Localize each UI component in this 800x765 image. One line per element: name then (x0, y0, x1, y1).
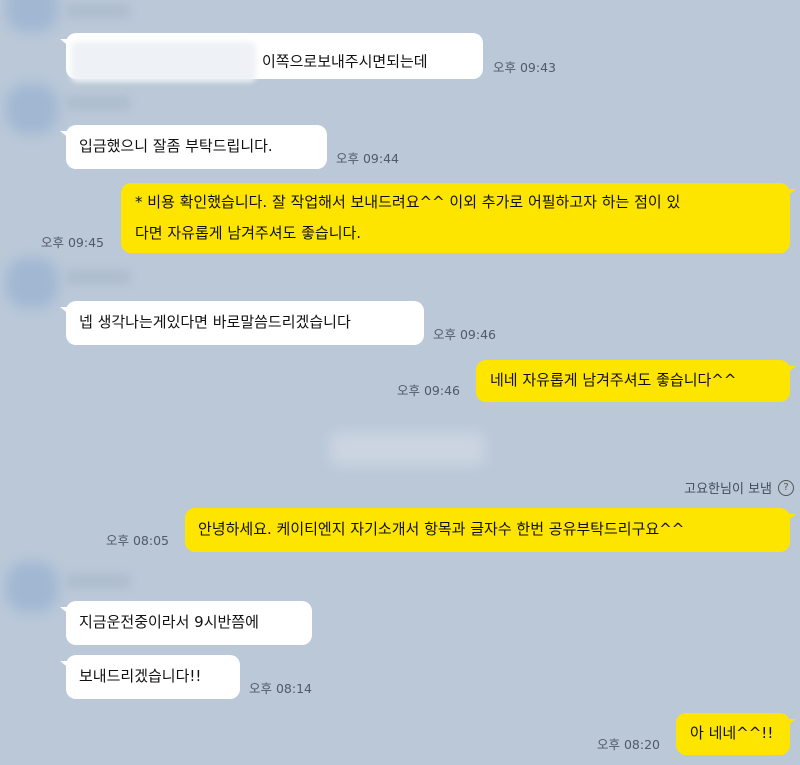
date-divider (330, 432, 485, 466)
avatar[interactable] (6, 0, 58, 32)
message-time: 오후 08:14 (249, 681, 312, 696)
message-time: 오후 09:44 (336, 151, 399, 166)
help-icon[interactable]: ? (778, 479, 794, 496)
message-time: 오후 08:05 (106, 533, 169, 548)
sender-name (66, 4, 130, 18)
sent-by-status: 고요한님이 보냄 ? (684, 478, 794, 497)
message-text: 넵 생각나는게있다면 바로말씀드리겠습니다 (79, 313, 351, 331)
message-text: 보내드리겠습니다!! (79, 667, 202, 685)
message-bubble-in[interactable]: 입금했으니 잘좀 부탁드립니다. (60, 125, 327, 169)
message-time: 오후 09:46 (433, 327, 496, 342)
sender-name (66, 574, 130, 588)
redacted-text (71, 42, 256, 82)
sent-by-label: 고요한님이 보냄 (684, 482, 772, 497)
message-time: 오후 09:45 (41, 235, 104, 250)
avatar[interactable] (6, 84, 58, 134)
avatar[interactable] (6, 258, 58, 308)
message-bubble-in[interactable]: 보내드리겠습니다!! (60, 655, 240, 699)
message-time: 오후 09:46 (397, 383, 460, 398)
message-text: 이쪽으로보내주시면되는데 (262, 52, 428, 71)
avatar[interactable] (6, 562, 58, 612)
message-bubble-in[interactable]: 지금운전중이라서 9시반쯤에 (60, 601, 312, 645)
message-text: 입금했으니 잘좀 부탁드립니다. (79, 137, 273, 155)
message-bubble-out[interactable]: 아 네네^^!! (676, 713, 796, 755)
message-bubble-in[interactable]: 이쪽으로보내주시면되는데 (60, 33, 483, 82)
message-text: 지금운전중이라서 9시반쯤에 (79, 613, 259, 631)
sender-name (66, 96, 130, 110)
message-text-line: * 비용 확인했습니다. 잘 작업해서 보내드려요^^ 이외 추가로 어필하고자… (135, 193, 681, 211)
message-bubble-in[interactable]: 넵 생각나는게있다면 바로말씀드리겠습니다 (60, 301, 424, 345)
message-text: 아 네네^^!! (690, 724, 774, 742)
message-bubble-out[interactable]: * 비용 확인했습니다. 잘 작업해서 보내드려요^^ 이외 추가로 어필하고자… (121, 183, 796, 253)
message-text-line: 다면 자유롭게 남겨주셔도 좋습니다. (135, 224, 362, 242)
message-time: 오후 08:20 (597, 737, 660, 752)
sender-name (66, 270, 130, 284)
message-bubble-out[interactable]: 안녕하세요. 케이티엔지 자기소개서 항목과 글자수 한번 공유부탁드리구요^^ (185, 508, 796, 552)
message-text: 안녕하세요. 케이티엔지 자기소개서 항목과 글자수 한번 공유부탁드리구요^^ (198, 520, 685, 538)
message-time: 오후 09:43 (493, 60, 556, 75)
message-bubble-out[interactable]: 네네 자유롭게 남겨주셔도 좋습니다^^ (476, 360, 796, 402)
message-text: 네네 자유롭게 남겨주셔도 좋습니다^^ (490, 371, 737, 389)
